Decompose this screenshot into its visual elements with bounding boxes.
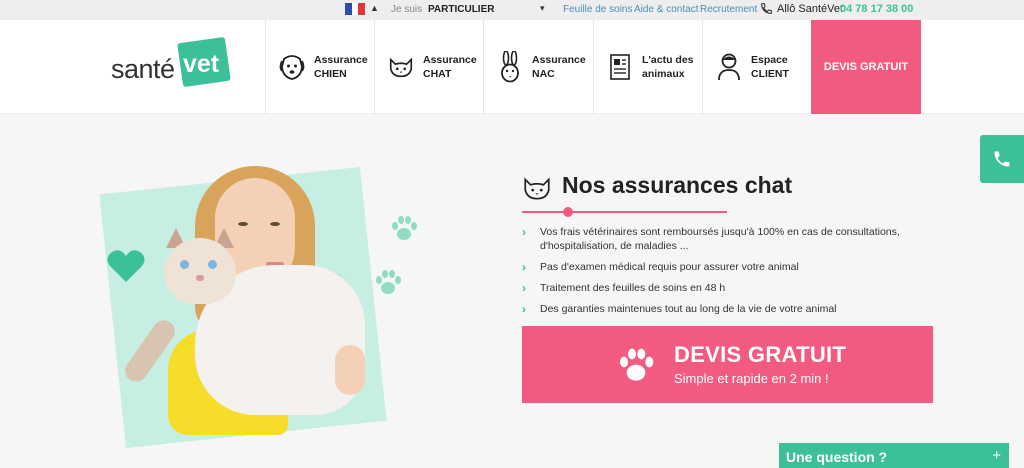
dog-icon bbox=[278, 52, 306, 82]
nav-assurance-nac[interactable]: Assurance NAC bbox=[483, 20, 593, 114]
section-title: Nos assurances chat bbox=[562, 172, 793, 198]
logo-text-vet: vet bbox=[183, 50, 220, 78]
nav-actu-animaux[interactable]: L'actu des animaux bbox=[593, 20, 702, 114]
nav-label: Assurance CHIEN bbox=[314, 54, 368, 80]
benefits-list: › Vos frais vétérinaires sont remboursés … bbox=[522, 225, 902, 323]
plus-icon: + bbox=[992, 447, 1001, 464]
paw-print-icon bbox=[388, 214, 420, 249]
title-divider bbox=[522, 211, 727, 213]
chevron-right-icon: › bbox=[522, 281, 526, 295]
call-button[interactable] bbox=[980, 135, 1024, 183]
news-icon bbox=[606, 52, 634, 82]
phone-number-link[interactable]: 04 78 17 38 00 bbox=[840, 3, 913, 15]
profile-prefix: Je suis bbox=[391, 4, 423, 15]
list-item: › Pas d'examen médical requis pour assure… bbox=[522, 260, 799, 274]
list-item: › Des garanties maintenues tout au long d… bbox=[522, 302, 837, 316]
user-icon bbox=[715, 52, 743, 82]
top-bar: ▲ Je suis PARTICULIER ▾ Feuille de soins… bbox=[0, 0, 1024, 20]
question-label: Une question ? bbox=[786, 449, 888, 465]
devis-subtitle: Simple et rapide en 2 min ! bbox=[674, 371, 829, 386]
rabbit-icon bbox=[496, 51, 524, 83]
title-divider-dot bbox=[563, 207, 573, 217]
nav-assurance-chien[interactable]: Assurance CHIEN bbox=[265, 20, 374, 114]
chevron-right-icon: › bbox=[522, 225, 526, 239]
allo-label: Allô SantéVet bbox=[777, 3, 844, 15]
logo-text-sante: santé bbox=[111, 54, 175, 84]
chevron-right-icon: › bbox=[522, 260, 526, 274]
question-chat-tab[interactable]: Une question ? + bbox=[779, 443, 1009, 468]
paw-print-icon bbox=[372, 268, 404, 303]
french-flag-icon[interactable] bbox=[345, 3, 366, 15]
cat-icon bbox=[521, 175, 553, 206]
chevron-up-icon[interactable]: ▲ bbox=[370, 3, 379, 13]
nav-espace-client[interactable]: Espace CLIENT bbox=[702, 20, 811, 114]
devis-title: DEVIS GRATUIT bbox=[674, 342, 847, 367]
phone-icon bbox=[994, 151, 1010, 167]
paw-icon bbox=[614, 346, 658, 391]
devis-gratuit-button[interactable]: DEVIS GRATUIT Simple et rapide en 2 min … bbox=[522, 326, 933, 403]
main-header: santé vet Assurance CHIEN Assurance CHAT A… bbox=[0, 20, 1024, 114]
nav-label: Assurance NAC bbox=[532, 54, 586, 80]
nav-label: Espace CLIENT bbox=[751, 54, 789, 80]
devis-gratuit-header-button[interactable]: DEVIS GRATUIT bbox=[811, 20, 921, 114]
link-aide-contact[interactable]: Aide & contact bbox=[634, 4, 698, 15]
link-feuille-de-soins[interactable]: Feuille de soins bbox=[563, 4, 632, 15]
link-recrutement[interactable]: Recrutement bbox=[700, 4, 757, 15]
nav-label: Assurance CHAT bbox=[423, 54, 477, 80]
nav-label: L'actu des animaux bbox=[642, 54, 694, 80]
list-item: › Traitement des feuilles de soins en 48 … bbox=[522, 281, 726, 295]
chevron-down-icon[interactable]: ▾ bbox=[540, 3, 545, 14]
profile-select[interactable]: PARTICULIER bbox=[428, 4, 494, 15]
list-item: › Vos frais vétérinaires sont remboursés … bbox=[522, 225, 900, 252]
chevron-right-icon: › bbox=[522, 302, 526, 316]
heart-icon bbox=[106, 248, 146, 289]
nav-assurance-chat[interactable]: Assurance CHAT bbox=[374, 20, 483, 114]
cat-icon bbox=[387, 52, 415, 82]
phone-icon bbox=[760, 2, 773, 18]
